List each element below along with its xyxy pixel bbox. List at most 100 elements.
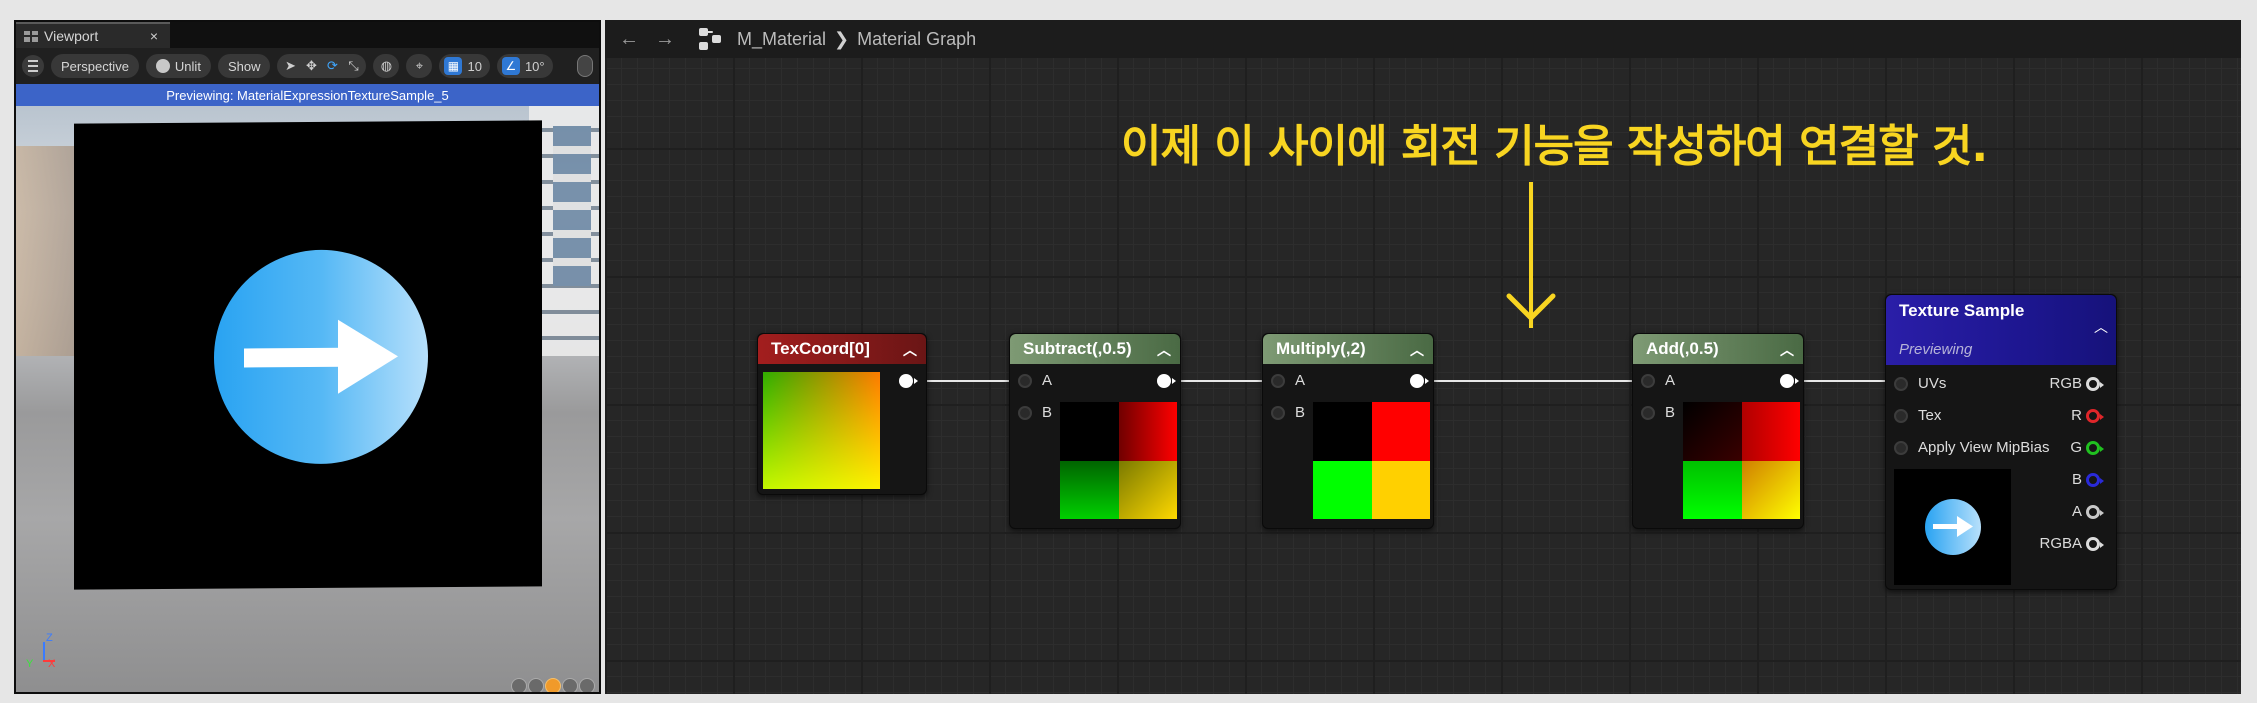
input-pin-a[interactable] (1018, 374, 1032, 388)
output-pin[interactable] (2086, 473, 2104, 487)
output-pin[interactable] (2086, 537, 2104, 551)
show-label: Show (227, 58, 261, 74)
output-label: RGBA (2039, 535, 2082, 552)
rotation-snap-control[interactable]: ∠ 10° (496, 54, 553, 78)
coordinate-space-toggle[interactable]: ◍ (373, 54, 400, 78)
output-pin[interactable] (2086, 377, 2104, 391)
node-texture-sample-header[interactable]: Texture Sample Previewing ︿ (1886, 295, 2116, 365)
plane-shape-icon[interactable] (545, 678, 561, 692)
previewing-banner: Previewing: MaterialExpressionTextureSam… (16, 84, 599, 106)
axis-y-label: Y (26, 658, 34, 670)
input-label-b: B (1042, 404, 1053, 421)
material-graph-panel[interactable]: ← → M_Material ❯ Material Graph 이제 이 사이에… (605, 20, 2241, 694)
input-label-b: B (1665, 404, 1676, 421)
input-pin-2[interactable] (1894, 441, 1908, 455)
wire-texcoord-subtract (923, 380, 1021, 382)
cylinder-shape-icon[interactable] (511, 678, 527, 692)
output-pin[interactable] (1410, 374, 1429, 388)
node-subtract[interactable]: Subtract(,0.5) ︿ A B (1009, 333, 1181, 529)
collapse-icon[interactable]: ︿ (1780, 340, 1794, 360)
node-multiply-header[interactable]: Multiply(,2) ︿ (1263, 334, 1433, 364)
axis-z-label: Z (46, 632, 53, 644)
output-pin[interactable] (899, 374, 918, 388)
node-texture-sample-title: Texture Sample (1899, 301, 2025, 320)
scale-icon[interactable]: ⤡ (345, 58, 361, 74)
collapse-icon[interactable]: ︿ (1157, 340, 1171, 360)
breadcrumb-page[interactable]: Material Graph (857, 29, 976, 50)
node-multiply[interactable]: Multiply(,2) ︿ A B (1262, 333, 1434, 529)
close-icon[interactable]: × (150, 28, 158, 44)
hamburger-menu-icon[interactable] (22, 55, 44, 77)
output-pin[interactable] (1780, 374, 1799, 388)
teapot-shape-icon[interactable] (579, 678, 595, 692)
grid-snap-value: 10 (467, 58, 482, 74)
input-pin-1[interactable] (1894, 409, 1908, 423)
right-arrow-icon (244, 319, 398, 394)
viewport-scene[interactable]: Z X Y (16, 106, 599, 692)
translate-icon[interactable]: ✥ (303, 58, 319, 74)
sphere-icon (155, 59, 170, 73)
forward-arrow-icon[interactable]: → (655, 28, 677, 51)
graph-icon (699, 28, 721, 50)
node-subtract-title: Subtract(,0.5) (1023, 339, 1132, 358)
globe-icon: ◍ (380, 58, 393, 73)
wire-multiply-add (1428, 380, 1644, 382)
back-arrow-icon[interactable]: ← (619, 28, 641, 51)
perspective-button[interactable]: Perspective (51, 54, 139, 78)
cube-shape-icon[interactable] (562, 678, 578, 692)
node-add-title: Add(,0.5) (1646, 339, 1719, 358)
rotate-icon[interactable]: ⟳ (324, 58, 340, 74)
node-add-header[interactable]: Add(,0.5) ︿ (1633, 334, 1803, 364)
arrow-circle-texture (214, 249, 428, 465)
select-icon[interactable]: ➤ (282, 58, 298, 74)
previewing-text: Previewing: MaterialExpressionTextureSam… (166, 87, 449, 103)
right-arrow-icon (1933, 516, 1973, 537)
grid-snap-control[interactable]: ▦ 10 (439, 54, 490, 78)
camera-speed-icon[interactable] (577, 55, 593, 77)
output-pin[interactable] (2086, 441, 2104, 455)
input-pin-b[interactable] (1018, 406, 1032, 420)
input-pin-b[interactable] (1641, 406, 1655, 420)
down-arrow-icon (1506, 293, 1556, 322)
sphere-shape-icon[interactable] (528, 678, 544, 692)
collapse-icon[interactable]: ︿ (1410, 340, 1424, 360)
viewport-tab[interactable]: Viewport × (16, 22, 170, 48)
show-button[interactable]: Show (217, 54, 271, 78)
viewport-tab-label: Viewport (44, 28, 99, 44)
input-label-a: A (1042, 372, 1053, 389)
add-preview (1683, 402, 1800, 519)
input-pin-a[interactable] (1641, 374, 1655, 388)
transform-tools: ➤ ✥ ⟳ ⤡ (277, 54, 367, 78)
grid-icon: ▦ (444, 57, 463, 75)
node-add[interactable]: Add(,0.5) ︿ A B (1632, 333, 1804, 529)
output-pin[interactable] (1157, 374, 1176, 388)
node-texture-sample[interactable]: Texture Sample Previewing ︿ UVs Tex Apply … (1885, 294, 2117, 590)
breadcrumb-asset[interactable]: M_Material (737, 29, 826, 50)
axis-gizmo: Z X Y (26, 632, 66, 676)
node-texcoord-title: TexCoord[0] (771, 339, 870, 358)
multiply-preview (1313, 402, 1430, 519)
node-texcoord[interactable]: TexCoord[0] ︿ (757, 333, 927, 495)
output-pin[interactable] (2086, 505, 2104, 519)
input-label-a: A (1295, 372, 1306, 389)
wire-add-texture (1798, 380, 1886, 382)
collapse-icon[interactable]: ︿ (903, 340, 917, 360)
texcoord-preview (763, 372, 880, 489)
input-pin-0[interactable] (1894, 377, 1908, 391)
viewport-toolbar: Perspective Unlit Show ➤ ✥ ⟳ ⤡ ◍ ⌖ ▦ 10 … (16, 48, 599, 84)
input-label-b: B (1295, 404, 1306, 421)
collapse-icon[interactable]: ︿ (2094, 317, 2108, 337)
subtract-preview (1060, 402, 1177, 519)
node-subtract-header[interactable]: Subtract(,0.5) ︿ (1010, 334, 1180, 364)
input-label: UVs (1918, 375, 1947, 392)
input-label-a: A (1665, 372, 1676, 389)
unlit-view-mode-button[interactable]: Unlit (145, 54, 211, 78)
output-label: A (2071, 503, 2082, 520)
surface-snap-toggle[interactable]: ⌖ (406, 54, 433, 78)
node-texcoord-header[interactable]: TexCoord[0] ︿ (758, 334, 926, 364)
output-pin[interactable] (2086, 409, 2104, 423)
output-label: R (2071, 407, 2082, 424)
input-pin-a[interactable] (1271, 374, 1285, 388)
input-pin-b[interactable] (1271, 406, 1285, 420)
background-building-left (16, 146, 76, 356)
